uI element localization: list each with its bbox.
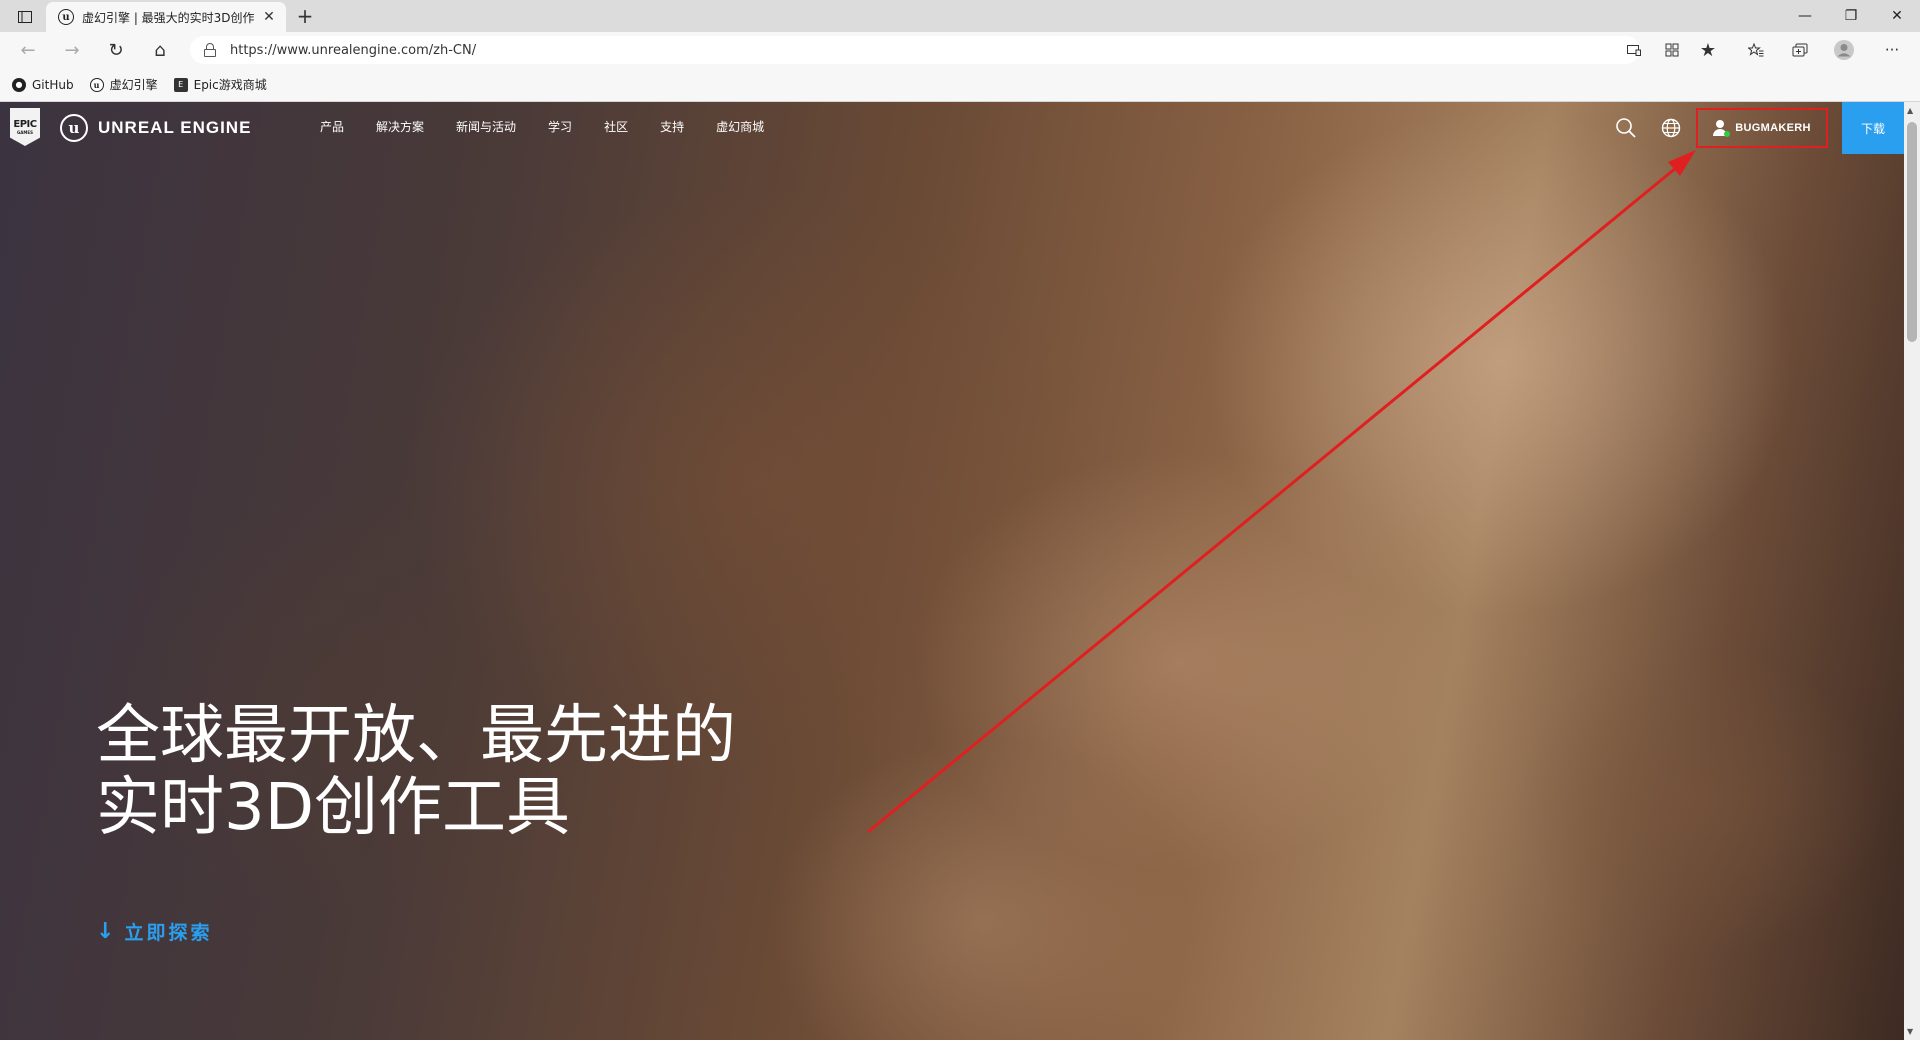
profile-icon[interactable] <box>1830 37 1858 63</box>
forward-button[interactable]: → <box>58 37 86 63</box>
unreal-wordmark[interactable]: UNREAL ENGINE <box>98 118 251 138</box>
tab-actions-icon[interactable] <box>10 6 40 28</box>
url-field[interactable]: https://www.unrealengine.com/zh-CN/ <box>190 36 1640 64</box>
close-window-button[interactable]: ✕ <box>1874 0 1920 32</box>
epic-logo-subtext: GAMES <box>17 129 33 135</box>
bookmark-epic-store[interactable]: E Epic游戏商城 <box>173 76 267 93</box>
tab-title: 虚幻引擎 | 最强大的实时3D创作 <box>82 10 255 25</box>
address-toolbar: ← → ↻ ⌂ https://www.unrealengine.com/zh-… <box>0 32 1920 68</box>
menu-item-support[interactable]: 支持 <box>660 118 684 135</box>
bookmark-github[interactable]: ● GitHub <box>12 77 74 92</box>
bookmarks-bar: ● GitHub u 虚幻引擎 E Epic游戏商城 <box>0 68 1920 102</box>
hero-title: 全球最开放、最先进的 实时3D创作工具 <box>96 700 736 844</box>
epic-logo-text: EPIC <box>13 118 37 130</box>
scroll-thumb[interactable] <box>1907 122 1917 342</box>
page-scrollbar[interactable]: ▲ ▼ <box>1904 102 1920 1040</box>
explore-label: 立即探索 <box>124 922 213 944</box>
menu-item-products[interactable]: 产品 <box>320 118 344 135</box>
favorite-star-icon[interactable]: ★ <box>1694 37 1722 63</box>
hero-title-line-2: 实时3D创作工具 <box>96 771 570 845</box>
browser-tab-bar: u 虚幻引擎 | 最强大的实时3D创作 ✕ + — ❐ ✕ <box>0 0 1920 32</box>
user-account-button[interactable]: BUGMAKERH <box>1696 108 1828 148</box>
favorites-icon[interactable] <box>1742 37 1770 63</box>
back-button[interactable]: ← <box>14 37 42 63</box>
menu-item-community[interactable]: 社区 <box>604 118 628 135</box>
collections-icon[interactable] <box>1786 37 1814 63</box>
new-tab-button[interactable]: + <box>292 4 318 28</box>
tab-close-button[interactable]: ✕ <box>260 9 278 25</box>
lock-icon[interactable] <box>204 43 216 57</box>
unreal-logo-icon[interactable]: u <box>60 114 88 142</box>
username-label: BUGMAKERH <box>1735 122 1811 134</box>
menu-item-marketplace[interactable]: 虚幻商城 <box>716 118 764 135</box>
unreal-icon: u <box>89 77 104 92</box>
scroll-down-icon[interactable]: ▼ <box>1907 1027 1913 1036</box>
menu-item-news-events[interactable]: 新闻与活动 <box>456 118 516 135</box>
read-aloud-icon[interactable] <box>1620 37 1648 63</box>
menu-item-solutions[interactable]: 解决方案 <box>376 118 424 135</box>
minimize-button[interactable]: — <box>1782 0 1828 32</box>
bookmark-label: GitHub <box>32 77 74 92</box>
hero-title-line-1: 全球最开放、最先进的 <box>96 699 736 773</box>
bookmark-unreal[interactable]: u 虚幻引擎 <box>89 76 158 93</box>
url-text: https://www.unrealengine.com/zh-CN/ <box>230 42 477 58</box>
bookmark-label: 虚幻引擎 <box>109 78 158 92</box>
github-icon: ● <box>12 77 26 92</box>
search-icon[interactable] <box>1614 116 1638 140</box>
download-button[interactable]: 下载 <box>1842 102 1904 154</box>
app-available-icon[interactable] <box>1658 37 1686 63</box>
user-icon <box>1713 120 1731 137</box>
site-nav: EPIC GAMES u UNREAL ENGINE 产品 解决方案 新闻与活动… <box>0 102 1904 154</box>
restore-button[interactable]: ❐ <box>1828 0 1874 32</box>
epic-games-logo[interactable]: EPIC GAMES <box>10 108 40 146</box>
main-menu: 产品 解决方案 新闻与活动 学习 社区 支持 虚幻商城 <box>320 118 796 135</box>
more-icon[interactable]: ··· <box>1878 37 1906 63</box>
epic-store-icon: E <box>173 77 188 92</box>
arrow-down-icon: ↓ <box>96 919 115 944</box>
home-button[interactable]: ⌂ <box>146 37 174 63</box>
unreal-favicon-icon: u <box>58 9 74 25</box>
menu-item-learn[interactable]: 学习 <box>548 118 572 135</box>
explore-link[interactable]: ↓ 立即探索 <box>96 918 212 945</box>
scroll-up-icon[interactable]: ▲ <box>1907 106 1913 115</box>
browser-tab[interactable]: u 虚幻引擎 | 最强大的实时3D创作 ✕ <box>46 2 286 32</box>
bookmark-label: Epic游戏商城 <box>193 78 267 92</box>
refresh-button[interactable]: ↻ <box>102 37 130 63</box>
globe-icon[interactable] <box>1659 116 1683 140</box>
page-viewport: EPIC GAMES u UNREAL ENGINE 产品 解决方案 新闻与活动… <box>0 102 1904 1040</box>
